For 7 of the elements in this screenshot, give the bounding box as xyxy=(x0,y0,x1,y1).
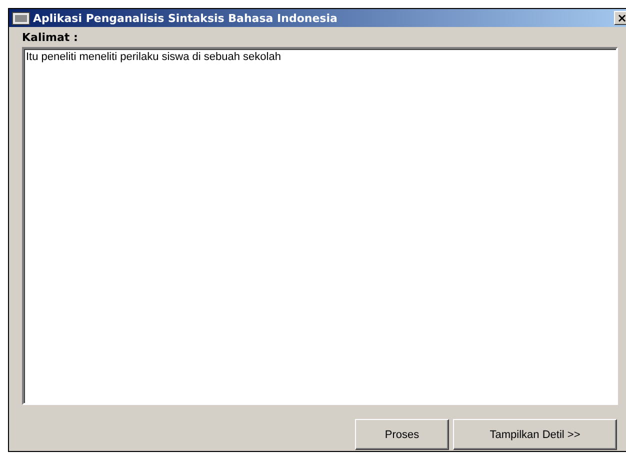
field-label: Kalimat : xyxy=(22,31,79,44)
window-title: Aplikasi Penganalisis Sintaksis Bahasa Indonesia xyxy=(33,12,338,24)
details-button[interactable]: Tampilkan Detil >> xyxy=(453,419,617,450)
close-button[interactable]: × xyxy=(614,11,626,25)
app-icon xyxy=(12,12,30,24)
process-button[interactable]: Proses xyxy=(355,419,449,450)
sentence-field[interactable]: Itu peneliti meneliti perilaku siswa di sebuah sekolah xyxy=(22,47,618,405)
